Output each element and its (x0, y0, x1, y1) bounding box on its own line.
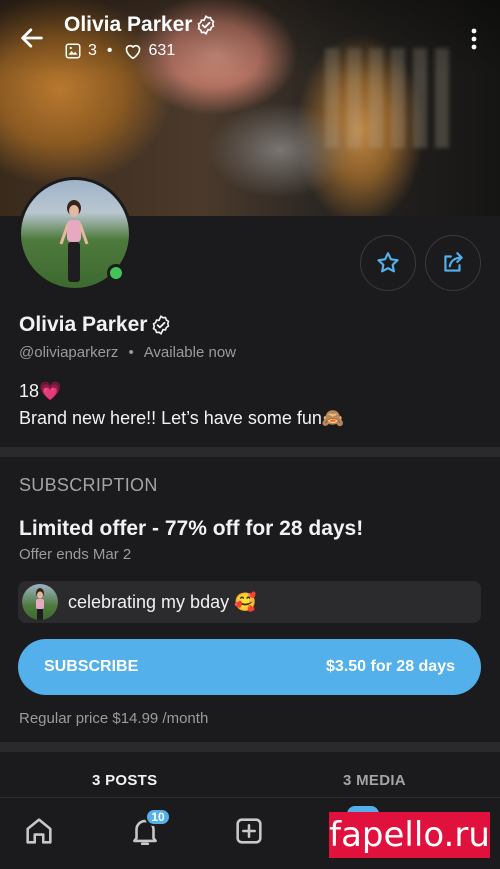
photos-count: 3 (88, 42, 97, 59)
verified-icon (153, 315, 170, 335)
profile-handle[interactable]: @oliviaparkerz (19, 344, 118, 361)
verified-icon (198, 15, 215, 35)
header-meta: 3 • 631 (64, 42, 175, 60)
tab-media[interactable]: 3 MEDIA (343, 772, 406, 789)
more-options-icon[interactable] (462, 26, 486, 52)
handle-separator: • (128, 344, 134, 361)
regular-price: Regular price $14.99 /month (19, 710, 209, 727)
promo-message-text: celebrating my bday 🥰 (68, 591, 257, 612)
heart-icon (125, 44, 140, 60)
online-indicator (107, 264, 125, 282)
photo-icon (65, 43, 81, 59)
offer-title: Limited offer - 77% off for 28 days! (19, 517, 364, 540)
top-bar: Olivia Parker 3 • 631 (0, 0, 500, 70)
bio-line-2: Brand new here!! Let’s have some fun🙈 (19, 408, 345, 428)
subscription-section-title: SUBSCRIPTION (19, 475, 158, 495)
likes-count: 631 (148, 42, 176, 59)
content-tabs: 3 POSTS 3 MEDIA (0, 752, 500, 798)
section-divider (0, 447, 500, 457)
back-arrow-icon[interactable] (18, 24, 46, 52)
meta-separator: • (106, 42, 113, 59)
subscribe-button[interactable]: SUBSCRIBE $3.50 for 28 days (18, 639, 481, 695)
watermark: fapello.ru (329, 812, 490, 858)
profile-name-text: Olivia Parker (19, 313, 148, 336)
star-icon (377, 252, 399, 273)
availability-status: Available now (143, 344, 236, 361)
offer-ends: Offer ends Mar 2 (19, 546, 132, 563)
bio-line-1: 18💗 (19, 381, 62, 401)
profile-handle-row: @oliviaparkerz • Available now (19, 344, 236, 361)
tab-posts[interactable]: 3 POSTS (92, 772, 157, 789)
subscribe-label: SUBSCRIBE (44, 658, 139, 675)
header-name: Olivia Parker (64, 13, 193, 36)
favorite-button[interactable] (360, 235, 416, 291)
profile-name: Olivia Parker (19, 313, 172, 337)
home-icon[interactable] (22, 814, 56, 848)
header-title: Olivia Parker (64, 13, 217, 37)
subscribe-price: $3.50 for 28 days (326, 658, 455, 675)
share-icon (444, 252, 463, 272)
promo-message: celebrating my bday 🥰 (18, 581, 481, 623)
section-divider (0, 742, 500, 752)
add-post-icon[interactable] (232, 814, 266, 848)
share-button[interactable] (425, 235, 481, 291)
message-avatar (22, 584, 58, 620)
notifications-badge: 10 (145, 808, 171, 826)
